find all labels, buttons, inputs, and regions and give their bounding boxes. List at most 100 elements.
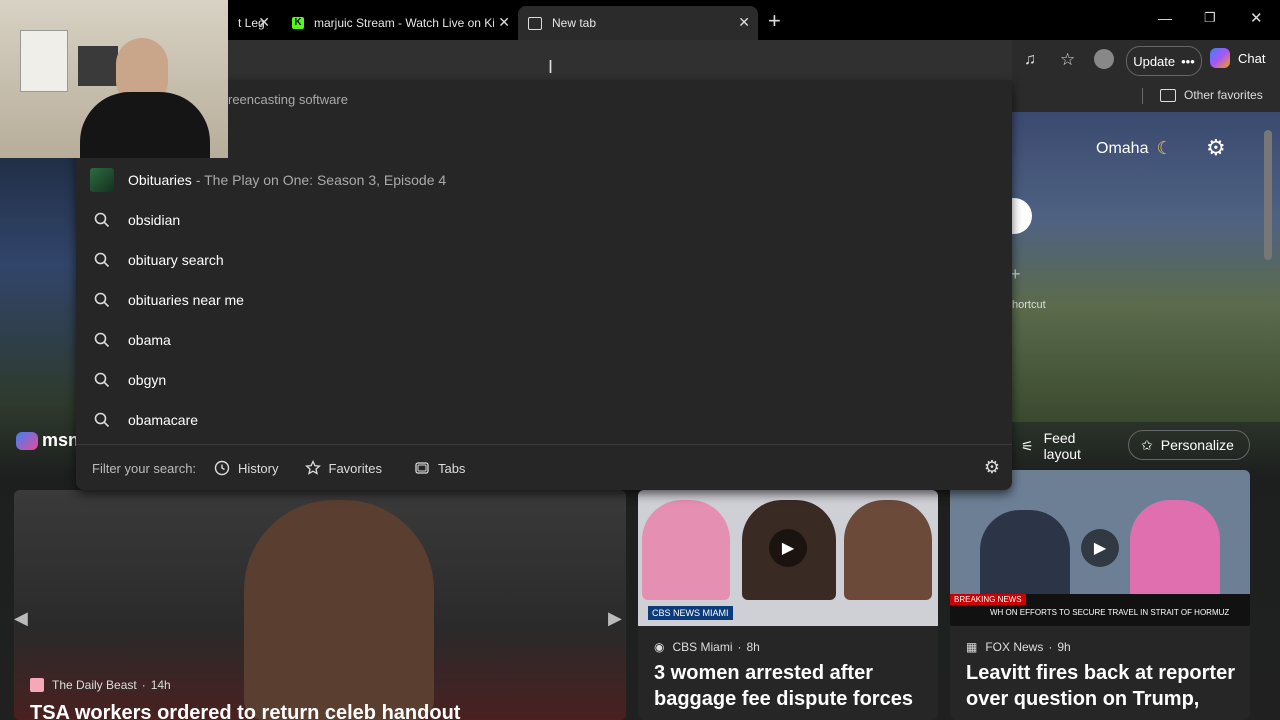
chat-label: Chat — [1238, 50, 1266, 66]
chat-button[interactable]: Chat — [1210, 48, 1265, 68]
restore-button[interactable]: ❐ — [1204, 10, 1216, 26]
mugshot-1 — [642, 500, 730, 600]
personalize-button[interactable]: ✩ Personalize — [1128, 430, 1250, 460]
separator: · — [737, 640, 742, 654]
source-age: 14h — [150, 678, 171, 692]
fox-icon: ▦ — [966, 640, 978, 654]
suggestion-row[interactable]: obituary search — [76, 240, 1012, 280]
update-button[interactable]: Update ••• — [1126, 46, 1202, 76]
fox-ticker: WH ON EFFORTS TO SECURE TRAVEL IN STRAIT… — [990, 608, 1230, 617]
tab-3[interactable]: New tab ✕ — [518, 6, 758, 40]
source-name: The Daily Beast — [52, 678, 137, 692]
suggestion-row[interactable]: obsidian — [76, 200, 1012, 240]
moon-icon: ☾ — [1156, 138, 1173, 158]
wall-calendar — [20, 30, 68, 92]
star-icon — [304, 460, 321, 475]
daily-beast-icon — [30, 678, 44, 692]
card-headline[interactable]: Leavitt fires back at reporter over ques… — [966, 660, 1236, 712]
history-icon — [214, 460, 230, 476]
suggestion-row[interactable]: obgyn — [76, 360, 1012, 400]
card-source: The Daily Beast · 14h — [30, 678, 171, 692]
page-settings-icon[interactable]: ⚙ — [1206, 135, 1226, 161]
previous-query[interactable]: reencasting software — [228, 92, 348, 107]
news-card[interactable]: BREAKING NEWS WH ON EFFORTS TO SECURE TR… — [950, 470, 1250, 720]
sliders-icon: ⚟ — [1021, 437, 1034, 454]
wall-frame — [78, 46, 118, 86]
search-icon — [76, 372, 128, 388]
suggestion-row[interactable]: obama — [76, 320, 1012, 360]
suggestion-row[interactable]: obituaries near me — [76, 280, 1012, 320]
feed-layout-label: Feed layout — [1043, 430, 1081, 462]
source-age: 9h — [1057, 640, 1071, 654]
card-image — [244, 500, 434, 720]
gear-icon[interactable]: ⚙ — [984, 457, 1000, 478]
card-image: BREAKING NEWS WH ON EFFORTS TO SECURE TR… — [950, 470, 1250, 626]
cbs-logo: CBS NEWS MIAMI — [648, 606, 733, 620]
weather-city: Omaha — [1096, 139, 1149, 157]
msn-butterfly-icon — [16, 431, 38, 450]
scrollbar[interactable] — [1264, 130, 1272, 260]
suggestion-row[interactable]: obamacare — [76, 400, 1012, 440]
favorites-label: Favorites — [328, 460, 382, 476]
person-torso — [80, 92, 210, 158]
cbs-eye-icon: ◉ — [654, 640, 665, 654]
search-icon — [76, 332, 128, 348]
tabs-icon — [415, 462, 429, 474]
tab-2-label: marjuic Stream - Watch Live on Ki — [314, 16, 494, 30]
search-icon — [76, 212, 128, 228]
close-icon[interactable]: ✕ — [738, 14, 750, 31]
history-label: History — [238, 460, 279, 476]
tab-3-label: New tab — [552, 16, 597, 30]
close-icon[interactable]: ✕ — [258, 14, 270, 31]
minimize-button[interactable]: — — [1158, 10, 1172, 26]
folder-icon — [1160, 88, 1176, 102]
source-name: FOX News — [985, 640, 1044, 654]
search-icon — [76, 292, 128, 308]
divider — [1142, 88, 1143, 104]
tab-2[interactable]: K marjuic Stream - Watch Live on Ki ✕ — [282, 6, 518, 40]
carousel-prev-icon[interactable]: ◀ — [14, 608, 28, 629]
text-cursor-icon: I — [548, 57, 554, 77]
search-icon — [76, 252, 128, 268]
card-source: ◉ CBS Miami · 8h — [654, 640, 760, 654]
play-icon[interactable]: ▶ — [1081, 529, 1119, 567]
history-filter-button[interactable]: History — [214, 460, 279, 476]
favorites-filter-button[interactable]: Favorites — [304, 460, 382, 476]
add-shortcut-label: hortcut — [1012, 299, 1046, 311]
suggestion-detail: - The Play on One: Season 3, Episode 4 — [195, 172, 447, 188]
reporter-figure — [980, 510, 1070, 606]
avatar[interactable] — [1094, 49, 1114, 69]
read-aloud-icon[interactable]: ♫ — [1024, 51, 1036, 69]
tab-1[interactable]: t Leg ✕ — [228, 6, 278, 40]
news-card[interactable]: CBS NEWS MIAMI ▶ ◉ CBS Miami · 8h 3 wome… — [638, 490, 938, 720]
source-age: 8h — [746, 640, 760, 654]
update-label: Update — [1133, 53, 1176, 69]
close-window-button[interactable]: ✕ — [1250, 9, 1263, 27]
mugshot-3 — [844, 500, 932, 600]
tabs-filter-button[interactable]: Tabs — [414, 460, 465, 476]
carousel-next-icon[interactable]: ▶ — [608, 608, 622, 629]
fox-chyron: BREAKING NEWS WH ON EFFORTS TO SECURE TR… — [950, 594, 1250, 626]
other-favorites-label: Other favorites — [1184, 88, 1263, 102]
webcam-overlay — [0, 0, 228, 158]
suggestion-row[interactable]: Obituaries - The Play on One: Season 3, … — [76, 160, 1012, 200]
feed-layout-button[interactable]: ⚟ Feed layout — [1008, 430, 1124, 462]
other-favorites[interactable]: Other favorites — [1160, 88, 1263, 102]
tabs-label: Tabs — [437, 460, 466, 476]
card-headline[interactable]: 3 women arrested after baggage fee dispu… — [654, 660, 924, 712]
msn-logo[interactable]: msn — [16, 430, 79, 451]
msn-label: msn — [42, 430, 80, 450]
play-icon[interactable]: ▶ — [769, 529, 807, 567]
favorite-star-icon[interactable]: ☆ — [1060, 50, 1075, 70]
personalize-icon: ✩ — [1141, 436, 1153, 453]
card-headline[interactable]: TSA workers ordered to return celeb hand… — [30, 700, 460, 720]
close-icon[interactable]: ✕ — [498, 14, 510, 31]
news-card-large[interactable]: ◀ ▶ The Daily Beast · 14h TSA workers or… — [14, 490, 626, 720]
suggestion-text: Obituaries — [128, 172, 192, 188]
leavitt-figure — [1130, 500, 1220, 606]
weather-widget[interactable]: Omaha ☾ — [1096, 138, 1173, 159]
suggestion-text: obama — [128, 332, 171, 348]
newtab-icon — [528, 16, 542, 30]
suggestion-text: obgyn — [128, 372, 167, 388]
new-tab-button[interactable]: + — [768, 8, 781, 34]
